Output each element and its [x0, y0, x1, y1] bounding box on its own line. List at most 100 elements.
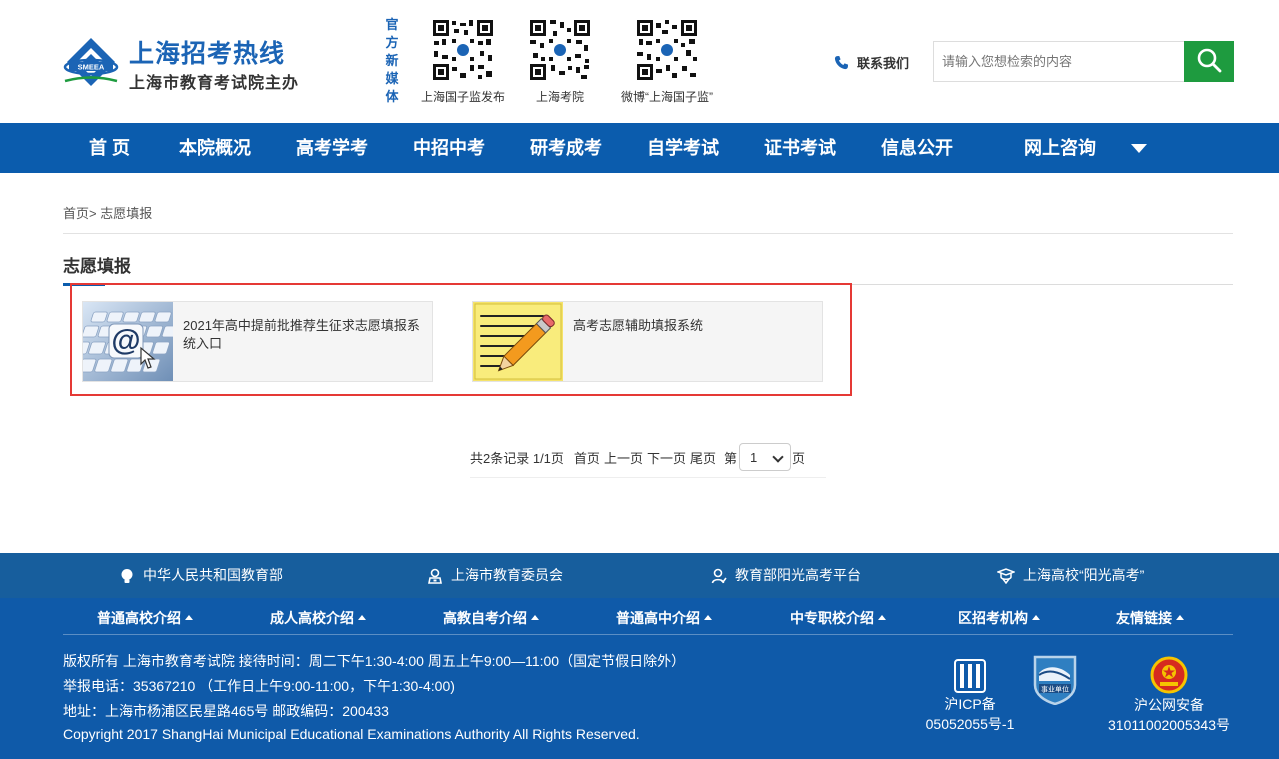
- footer-nav-label: 普通高校介绍: [97, 610, 181, 626]
- official-media-label: 官方新媒体: [385, 17, 399, 104]
- footer-copyright-line: 版权所有 上海市教育考试院 接待时间：周二下午1:30-4:00 周五上午9:0…: [63, 653, 686, 669]
- footer-report-phone: 举报电话：35367210 （工作日上午9:00-11:00，下午1:30-4:…: [63, 678, 455, 694]
- caret-up-icon: [878, 614, 886, 620]
- icp-line2: 05052055号-1: [925, 716, 1015, 732]
- nav-item-yankao[interactable]: 研考成考: [530, 123, 602, 173]
- footer-link-shmec[interactable]: 上海市教育委员会: [427, 553, 563, 598]
- smeea-emblem-icon: SMEEA: [63, 38, 119, 86]
- pager-page-suffix: 页: [792, 450, 806, 466]
- chevron-down-icon: [772, 451, 784, 463]
- footer-link-label: 上海高校“阳光高考”: [1023, 567, 1145, 583]
- nav-item-home[interactable]: 首 页: [89, 123, 130, 173]
- nav-item-gaokao[interactable]: 高考学考: [296, 123, 368, 173]
- caret-up-icon: [531, 614, 539, 620]
- main-nav: 首 页 本院概况 高考学考 中招中考 研考成考 自学考试 证书考试 信息公开 网…: [0, 123, 1279, 173]
- qr-caption: 上海国子监发布: [420, 90, 505, 104]
- nav-item-consult[interactable]: 网上咨询: [1024, 123, 1096, 173]
- caret-up-icon: [358, 614, 366, 620]
- footer-nav-putong-gaozhong[interactable]: 普通高中介绍: [616, 608, 712, 628]
- nav-dropdown-arrow-icon[interactable]: [1131, 144, 1147, 153]
- footer-nav-label: 中专职校介绍: [790, 610, 874, 626]
- search-button[interactable]: [1184, 41, 1234, 82]
- footer-nav-gaojiao-zikao[interactable]: 高教自考介绍: [443, 608, 539, 628]
- footer-copyright-en: Copyright 2017 ShangHai Municipal Educat…: [63, 726, 640, 742]
- divider: [63, 634, 1233, 635]
- lightbulb-icon: [121, 568, 133, 583]
- site-logo[interactable]: SMEEA 上海招考热线 上海市教育考试院主办: [63, 34, 303, 94]
- footer-link-label: 教育部阳光高考平台: [735, 567, 861, 583]
- logo-title: 上海招考热线: [129, 40, 286, 68]
- footer-nav-putong-gaoxiao[interactable]: 普通高校介绍: [97, 608, 193, 628]
- search-box: [933, 41, 1234, 82]
- pager-first-link[interactable]: 首页: [574, 448, 600, 467]
- police-line1: 沪公网安备: [1134, 697, 1204, 713]
- nav-item-disclosure[interactable]: 信息公开: [881, 123, 953, 173]
- user-check-icon: [711, 568, 727, 583]
- pagination: 共2条记录 1/1页 首页 上一页 下一页 尾页 第 1 页: [470, 437, 826, 478]
- qr-code-wechat: 上海国子监发布: [419, 19, 507, 105]
- police-record-badge[interactable]: 沪公网安备 31011002005343号: [1084, 655, 1254, 735]
- qr-code-icon: [529, 19, 591, 81]
- footer-nav-label: 高教自考介绍: [443, 610, 527, 626]
- footer-link-moe[interactable]: 中华人民共和国教育部: [119, 553, 283, 598]
- icp-building-icon: [954, 659, 986, 693]
- caret-up-icon: [185, 614, 193, 620]
- qr-code-icon: [432, 19, 494, 81]
- breadcrumb[interactable]: 首页> 志愿填报: [63, 203, 152, 222]
- keyboard-at-icon: @: [83, 302, 173, 381]
- footer-link-sh-gaokao[interactable]: 上海高校“阳光高考”: [997, 553, 1144, 598]
- notepad-pencil-icon: [473, 302, 563, 381]
- contact-us-link[interactable]: 联系我们: [834, 53, 909, 72]
- footer-nav-qu-zhaokao[interactable]: 区招考机构: [958, 608, 1040, 628]
- nav-item-zhongkao[interactable]: 中招中考: [413, 123, 485, 173]
- footer-nav-label: 区招考机构: [958, 610, 1028, 626]
- search-input[interactable]: [933, 41, 1184, 82]
- search-icon: [1197, 48, 1222, 73]
- qr-code-weibo: 微博“上海国子监”: [612, 19, 722, 105]
- footer-nav-zhongzhuan[interactable]: 中专职校介绍: [790, 608, 886, 628]
- footer-link-chsi[interactable]: 教育部阳光高考平台: [711, 553, 861, 598]
- footer-address: 地址：上海市杨浦区民星路465号 邮政编码：200433: [63, 703, 389, 719]
- pager-last-link[interactable]: 尾页: [690, 448, 716, 467]
- nav-item-about[interactable]: 本院概况: [179, 123, 251, 173]
- contact-us-label: 联系我们: [857, 56, 910, 71]
- pager-page-select[interactable]: 1: [739, 443, 791, 471]
- svg-text:@: @: [111, 324, 140, 357]
- footer-nav-label: 普通高中介绍: [616, 610, 700, 626]
- police-emblem-icon: [1150, 656, 1188, 694]
- person-badge-icon: [428, 568, 442, 584]
- svg-text:SMEEA: SMEEA: [78, 63, 105, 72]
- qr-code-icon: [636, 19, 698, 81]
- pager-summary: 共2条记录 1/1页: [470, 450, 564, 466]
- footer-quick-links: 中华人民共和国教育部 上海市教育委员会 教育部阳光高考平台 上海高校“阳光高考”: [0, 553, 1279, 598]
- pager-prev-link[interactable]: 上一页: [604, 448, 643, 467]
- caret-up-icon: [1176, 614, 1184, 620]
- footer-nav-label: 友情链接: [1116, 610, 1172, 626]
- nav-item-certificate[interactable]: 证书考试: [764, 123, 836, 173]
- footer-link-label: 中华人民共和国教育部: [143, 567, 283, 583]
- nav-item-zikao[interactable]: 自学考试: [647, 123, 719, 173]
- site-header: SMEEA 上海招考热线 上海市教育考试院主办 官方新媒体 上海国子监发布 上海…: [0, 0, 1279, 123]
- caret-up-icon: [704, 614, 712, 620]
- icp-badge[interactable]: 沪ICP备 05052055号-1: [912, 656, 1028, 734]
- qr-caption: 上海考院: [535, 90, 584, 104]
- logo-subtitle: 上海市教育考试院主办: [129, 75, 300, 92]
- graduation-cap-icon: [997, 567, 1015, 584]
- pager-page-prefix: 第: [723, 450, 737, 466]
- entry-card-title: 2021年高中提前批推荐生征求志愿填报系统入口: [183, 318, 420, 351]
- svg-text:事业单位: 事业单位: [1041, 685, 1069, 694]
- caret-up-icon: [1032, 614, 1040, 620]
- police-line2: 31011002005343号: [1108, 717, 1230, 733]
- qr-caption: 微博“上海国子监”: [621, 90, 713, 104]
- public-institution-shield-icon: 事业单位: [1033, 655, 1077, 706]
- site-footer: 普通高校介绍 成人高校介绍 高教自考介绍 普通高中介绍 中专职校介绍 区招考机构…: [0, 598, 1279, 759]
- footer-nav-chengren-gaoxiao[interactable]: 成人高校介绍: [270, 608, 366, 628]
- public-institution-badge[interactable]: 事业单位: [1032, 653, 1078, 710]
- footer-link-label: 上海市教育委员会: [451, 567, 563, 583]
- footer-nav-friend-links[interactable]: 友情链接: [1116, 608, 1184, 628]
- pager-next-link[interactable]: 下一页: [647, 448, 686, 467]
- entry-card-gaokao-assist[interactable]: 高考志愿辅助填报系统: [472, 301, 823, 382]
- pager-page-value: 1: [750, 450, 758, 465]
- entry-card-tiqianpi[interactable]: @ 2021年高中提前批推荐生征求志愿填报系统入口: [82, 301, 433, 382]
- divider: [63, 233, 1233, 234]
